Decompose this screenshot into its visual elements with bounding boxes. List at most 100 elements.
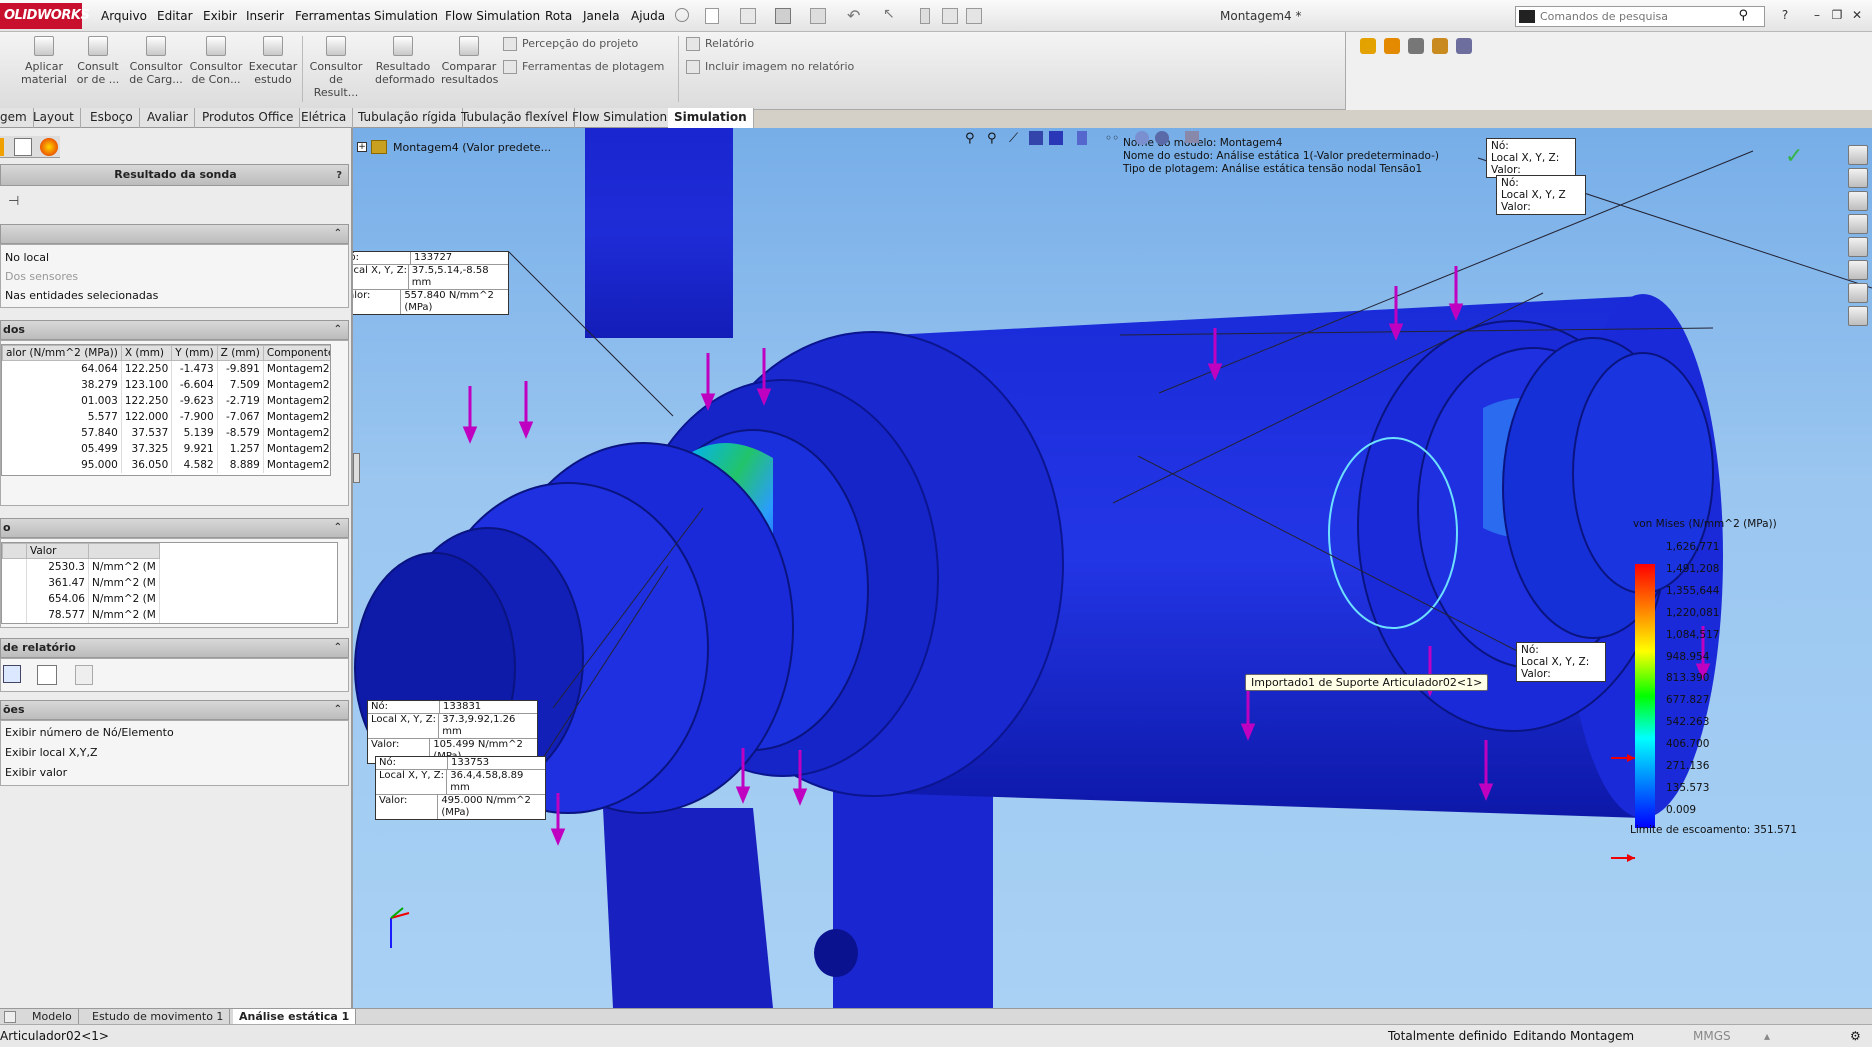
consultor-estudo-button[interactable]: Consult or de ... (70, 36, 126, 86)
previous-view-icon[interactable]: ⟋ (1009, 131, 1018, 146)
collapse-chevron-icon[interactable]: ⌃ (334, 519, 342, 537)
menu-ferramentas[interactable]: Ferramentas (295, 9, 371, 23)
pin-icon[interactable] (675, 8, 689, 22)
status-units[interactable]: MMGS (1693, 1029, 1731, 1043)
sketch-tool-icon[interactable] (1360, 38, 1376, 54)
table-row[interactable]: 64.064122.250-1.473-9.891Montagem2^M (2, 360, 330, 377)
option-no-local[interactable]: No local (5, 251, 49, 264)
probe-label-3[interactable]: Nó: 133753 Local X, Y, Z: 36.4,4.58,8.89 m… (375, 756, 546, 820)
probe-label-2[interactable]: Nó: 133831 Local X, Y, Z: 37.3,9.92,1.26 m… (367, 700, 538, 764)
probe-label-1[interactable]: Nó:133727 Local X, Y, Z:37.5,5.14,-8.58 … (353, 251, 509, 315)
appearances-icon[interactable] (1848, 260, 1868, 280)
hide-show-icon[interactable]: ◦◦ (1105, 131, 1119, 145)
menu-inserir[interactable]: Inserir (246, 9, 284, 23)
menu-simulation[interactable]: Simulation (374, 9, 438, 23)
component-tool-icon[interactable] (1432, 38, 1448, 54)
rebuild-icon[interactable] (920, 8, 930, 24)
help-icon[interactable]: ? (1778, 8, 1792, 22)
option-dos-sensores[interactable]: Dos sensores (5, 270, 78, 283)
col-x[interactable]: X (mm) (120, 345, 173, 361)
tab-layout[interactable]: Layout (27, 108, 81, 128)
table-row[interactable]: 654.06 N/mm^2 (M (2, 590, 160, 607)
relatorio-button[interactable]: Relatório (686, 37, 754, 51)
open-folder-icon[interactable] (740, 8, 756, 24)
table-row[interactable]: 38.279123.100-6.6047.509Montagem2^M (2, 376, 330, 393)
results-section-header[interactable]: dos ⌃ (0, 320, 349, 340)
tab-scroll-left-icon[interactable] (4, 1011, 16, 1023)
tab-tubulacao-flexivel[interactable]: Tubulação flexível (455, 108, 576, 128)
appearance-icon[interactable] (1135, 131, 1149, 145)
collapse-chevron-icon[interactable]: ⌃ (334, 225, 342, 243)
table-row[interactable]: 01.003122.250-9.623-2.719Montagem2^M (2, 392, 330, 409)
menu-rota[interactable]: Rota (545, 9, 572, 23)
save-icon[interactable] (775, 8, 791, 24)
probe-label-right-2[interactable]: Nó: Local X, Y, Z Valor: (1496, 175, 1586, 215)
search-box[interactable]: ⚲ (1515, 6, 1765, 27)
checkbox-exibir-no[interactable]: Exibir número de Nó/Elemento (5, 726, 174, 739)
custom-properties-icon[interactable] (1848, 283, 1868, 303)
property-manager-icon[interactable] (14, 138, 32, 156)
table-row[interactable]: 78.577 N/mm^2 (M (2, 606, 160, 623)
tab-modelo[interactable]: Modelo (26, 1009, 79, 1025)
restore-button[interactable]: ❐ (1830, 8, 1844, 22)
table-row[interactable]: 2530.3 N/mm^2 (M (2, 558, 160, 575)
tab-avaliar[interactable]: Avaliar (141, 108, 195, 128)
harness-tool-icon[interactable] (1456, 38, 1472, 54)
help-icon[interactable]: ? (336, 166, 342, 186)
save-report-icon[interactable] (3, 665, 21, 683)
scene-icon[interactable] (1155, 131, 1169, 145)
collapse-chevron-icon[interactable]: ⌃ (334, 639, 342, 657)
tab-flow-simulation[interactable]: Flow Simulation (566, 108, 675, 128)
zoom-to-fit-icon[interactable]: ⚲ (965, 131, 975, 146)
collapse-chevron-icon[interactable]: ⌃ (334, 701, 342, 719)
probe-label-right-3[interactable]: Nó: Local X, Y, Z: Valor: (1516, 642, 1606, 682)
menu-arquivo[interactable]: Arquivo (101, 9, 147, 23)
probe-label-right-1[interactable]: Nó: Local X, Y, Z: Valor: (1486, 138, 1576, 178)
col-valor[interactable]: alor (N/mm^2 (MPa)) (2, 345, 122, 361)
stress-plot-model[interactable] (353, 128, 1872, 1008)
section-view-icon[interactable] (1029, 131, 1043, 145)
percepcao-projeto-button[interactable]: Percepção do projeto (503, 37, 638, 51)
menu-ajuda[interactable]: Ajuda (631, 9, 665, 23)
print-icon[interactable] (810, 8, 826, 24)
search-icon[interactable]: ⚲ (1738, 8, 1748, 23)
col-z[interactable]: Z (mm) (216, 345, 264, 361)
menu-exibir[interactable]: Exibir (203, 9, 237, 23)
table-row[interactable]: 05.49937.3259.9211.257Montagem2^M (2, 440, 330, 457)
close-button[interactable]: ✕ (1850, 8, 1864, 22)
ferramentas-plotagem-button[interactable]: Ferramentas de plotagem (503, 60, 664, 74)
table-row[interactable]: 57.84037.5375.139-8.579Montagem2^M (2, 424, 330, 441)
feature-tree-root[interactable]: Montagem4 (Valor predete... (393, 141, 551, 154)
executar-estudo-button[interactable]: Executar estudo (245, 36, 301, 86)
plot-graph-icon[interactable] (37, 665, 57, 685)
view-orientation-icon[interactable] (1049, 131, 1063, 145)
collapse-chevron-icon[interactable]: ⌃ (334, 321, 342, 339)
col-summary-valor[interactable]: Valor (26, 543, 89, 559)
expand-tree-icon[interactable]: + (357, 142, 367, 152)
document-icon[interactable] (75, 665, 93, 685)
view-palette-icon[interactable] (1848, 237, 1868, 257)
zoom-area-icon[interactable]: ⚲ (987, 131, 997, 146)
undo-icon[interactable]: ↶ (847, 6, 860, 25)
table-row[interactable]: 361.47 N/mm^2 (M (2, 574, 160, 591)
tab-analise-estatica[interactable]: Análise estática 1 (233, 1009, 357, 1025)
table-row[interactable]: 420.67N/mm^2 (M (2, 622, 160, 623)
display-manager-icon[interactable] (40, 138, 58, 156)
incluir-imagem-button[interactable]: Incluir imagem no relatório (686, 60, 854, 74)
tab-estudo-movimento[interactable]: Estudo de movimento 1 (86, 1009, 231, 1025)
menu-editar[interactable]: Editar (157, 9, 193, 23)
table-row[interactable]: 5.577122.000-7.900-7.067Montagem2^M (2, 408, 330, 425)
tab-esboco[interactable]: Esboço (84, 108, 140, 128)
pushpin-icon[interactable]: ⊣ (8, 194, 26, 209)
resources-icon[interactable] (1848, 145, 1868, 165)
comparar-resultados-button[interactable]: Comparar resultados (441, 36, 498, 86)
table-row[interactable]: 95.00036.0504.5828.889Montagem2^M (2, 456, 330, 473)
menu-flow-simulation[interactable]: Flow Simulation (445, 9, 540, 23)
file-explorer-icon[interactable] (1848, 214, 1868, 234)
file-properties-icon[interactable] (942, 8, 958, 24)
aplicar-material-button[interactable]: Aplicar material (16, 36, 72, 86)
home-icon[interactable] (1848, 168, 1868, 188)
search-input[interactable] (1540, 9, 1730, 24)
view-settings-icon[interactable] (1185, 131, 1199, 143)
design-library-icon[interactable] (1848, 191, 1868, 211)
